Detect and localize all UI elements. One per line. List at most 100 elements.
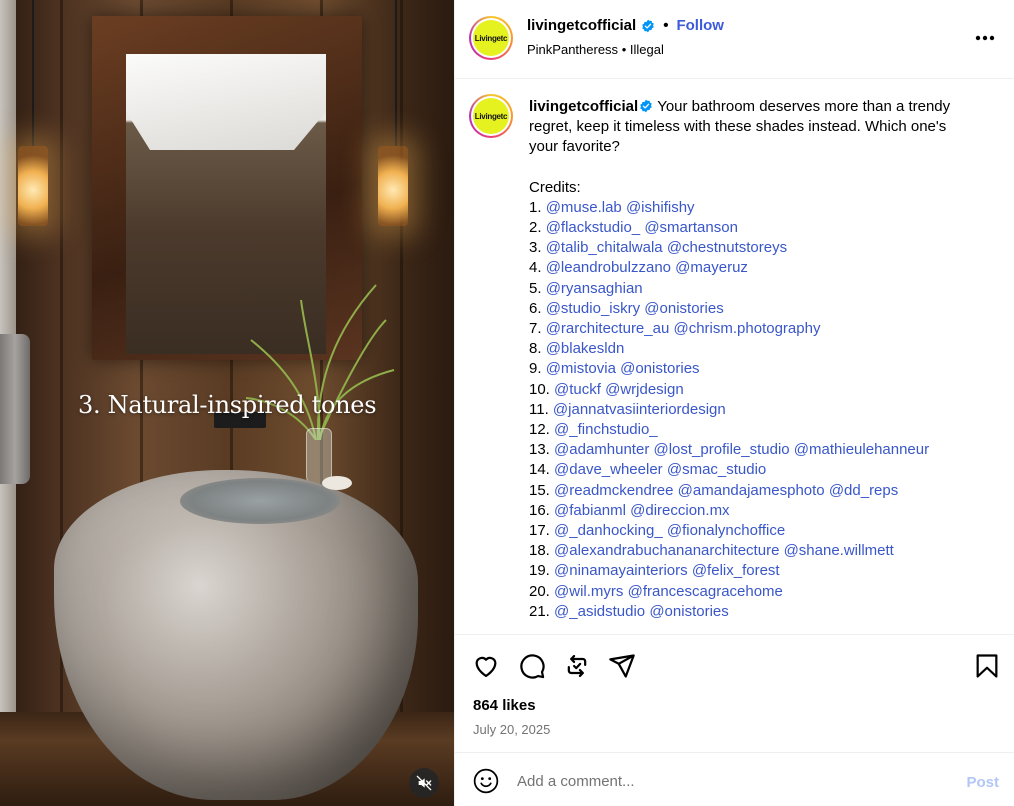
mention-link[interactable]: @shane.willmett (784, 542, 894, 559)
audio-info[interactable]: PinkPantheress • Illegal (527, 42, 664, 57)
author-username[interactable]: livingetcofficial (527, 17, 636, 34)
comment-icon (520, 654, 545, 679)
post-date[interactable]: July 20, 2025 (473, 722, 550, 737)
credit-line: 7. @rarchitecture_au @chrism.photography (529, 319, 969, 339)
mention-link[interactable]: @amandajamesphoto (678, 482, 825, 499)
emoji-icon (473, 768, 499, 794)
credit-line: 9. @mistovia @onistories (529, 359, 969, 379)
mention-link[interactable]: @readmckendree (554, 482, 673, 499)
credit-number: 21. (529, 602, 550, 620)
mention-link[interactable]: @fabianml (554, 502, 626, 519)
credit-line: 3. @talib_chitalwala @chestnutstoreys (529, 238, 969, 258)
mention-link[interactable]: @wrjdesign (605, 381, 684, 398)
header-separator: • (663, 17, 669, 34)
mention-link[interactable]: @dd_reps (829, 482, 898, 499)
mention-link[interactable]: @ryansaghian (546, 280, 643, 297)
mention-link[interactable]: @ninamayainteriors (554, 562, 688, 579)
share-button[interactable] (608, 652, 636, 680)
mention-link[interactable]: @dave_wheeler (554, 461, 663, 478)
mention-link[interactable]: @muse.lab (546, 199, 622, 216)
mention-link[interactable]: @mayeruz (675, 259, 748, 276)
mention-link[interactable]: @felix_forest (692, 562, 780, 579)
mention-link[interactable]: @onistories (649, 603, 728, 620)
post-comment-button[interactable]: Post (966, 774, 999, 791)
credit-line: 4. @leandrobulzzano @mayeruz (529, 258, 969, 278)
mention-link[interactable]: @adamhunter (554, 441, 649, 458)
caption-username[interactable]: livingetcofficial (529, 98, 638, 115)
audio-track: Illegal (629, 42, 664, 57)
credit-line: 13. @adamhunter @lost_profile_studio @ma… (529, 440, 969, 460)
mention-link[interactable]: @smac_studio (667, 461, 766, 478)
verified-badge-icon (642, 19, 654, 32)
pendant-lamp-right (378, 146, 408, 226)
more-horizontal-icon (975, 35, 995, 41)
credit-number: 13. (529, 441, 550, 459)
credit-number: 1. (529, 198, 542, 216)
mention-link[interactable]: @onistories (644, 300, 723, 317)
likes-count[interactable]: 864 likes (473, 697, 536, 714)
credits-list: 1. @muse.lab @ishifishy 2. @flackstudio_ … (529, 198, 969, 622)
mention-link[interactable]: @direccion.mx (630, 502, 729, 519)
media-caption-overlay: 3. Natural-inspired tones (78, 391, 377, 419)
bookmark-icon (976, 654, 998, 678)
mention-link[interactable]: @ishifishy (626, 199, 695, 216)
mention-link[interactable]: @smartanson (644, 219, 738, 236)
author-avatar[interactable]: Livingetc (469, 16, 513, 60)
share-icon (609, 654, 635, 678)
mention-link[interactable]: @flackstudio_ (546, 219, 640, 236)
mention-link[interactable]: @rarchitecture_au (546, 320, 670, 337)
credit-line: 8. @blakesldn (529, 339, 969, 359)
credit-line: 18. @alexandrabuchananarchitecture @shan… (529, 541, 969, 561)
mention-link[interactable]: @fionalynchoffice (667, 522, 785, 539)
more-options-button[interactable] (973, 28, 997, 48)
mention-link[interactable]: @blakesldn (546, 340, 625, 357)
mention-link[interactable]: @mistovia (546, 360, 616, 377)
post-media[interactable]: 3. Natural-inspired tones (0, 0, 454, 806)
comment-button[interactable] (518, 652, 546, 680)
mention-link[interactable]: @chrism.photography (673, 320, 820, 337)
emoji-button[interactable] (473, 768, 499, 794)
post-caption: Livingetc livingetcofficial Your bathroo… (455, 80, 1014, 635)
credits-section: Credits: 1. @muse.lab @ishifishy 2. @flac… (529, 178, 969, 622)
credit-number: 8. (529, 340, 542, 358)
save-button[interactable] (973, 652, 1001, 680)
mention-link[interactable]: @lost_profile_studio (653, 441, 789, 458)
caption-avatar[interactable]: Livingetc (469, 94, 513, 138)
credit-number: 20. (529, 582, 550, 600)
credit-line: 1. @muse.lab @ishifishy (529, 198, 969, 218)
credit-line: 11. @jannatvasiinteriordesign (529, 400, 969, 420)
caption-body: livingetcofficial Your bathroom deserves… (529, 97, 969, 622)
follow-button[interactable]: Follow (676, 17, 724, 34)
credit-number: 9. (529, 360, 542, 378)
credit-number: 11. (529, 400, 549, 418)
audio-artist: PinkPantheress (527, 42, 619, 57)
mention-link[interactable]: @jannatvasiinteriordesign (553, 401, 726, 418)
mention-link[interactable]: @_asidstudio (554, 603, 645, 620)
mention-link[interactable]: @alexandrabuchananarchitecture (554, 542, 779, 559)
avatar-logo: Livingetc (473, 20, 509, 56)
mention-link[interactable]: @onistories (620, 360, 699, 377)
heart-icon (475, 656, 497, 678)
mention-link[interactable]: @mathieulehanneur (794, 441, 929, 458)
mention-link[interactable]: @_danhocking_ (554, 522, 663, 539)
credit-number: 14. (529, 461, 550, 479)
credit-line: 15. @readmckendree @amandajamesphoto @dd… (529, 481, 969, 501)
mention-link[interactable]: @chestnutstoreys (667, 239, 787, 256)
speaker-muted-icon (416, 775, 432, 791)
like-button[interactable] (472, 652, 500, 680)
comment-bar: Post (455, 752, 1014, 806)
credit-number: 17. (529, 522, 550, 540)
mention-link[interactable]: @francescagracehome (628, 583, 783, 600)
mention-link[interactable]: @studio_iskry (546, 300, 640, 317)
repost-button[interactable] (563, 652, 591, 680)
credit-number: 7. (529, 320, 542, 338)
mention-link[interactable]: @wil.myrs (554, 583, 623, 600)
mute-button[interactable] (409, 768, 439, 798)
mention-link[interactable]: @tuckf (554, 381, 601, 398)
credit-line: 19. @ninamayainteriors @felix_forest (529, 561, 969, 581)
comment-input[interactable] (517, 769, 937, 793)
mention-link[interactable]: @leandrobulzzano (546, 259, 671, 276)
mention-link[interactable]: @talib_chitalwala (546, 239, 663, 256)
credit-number: 12. (529, 421, 550, 439)
mention-link[interactable]: @_finchstudio_ (554, 421, 658, 438)
